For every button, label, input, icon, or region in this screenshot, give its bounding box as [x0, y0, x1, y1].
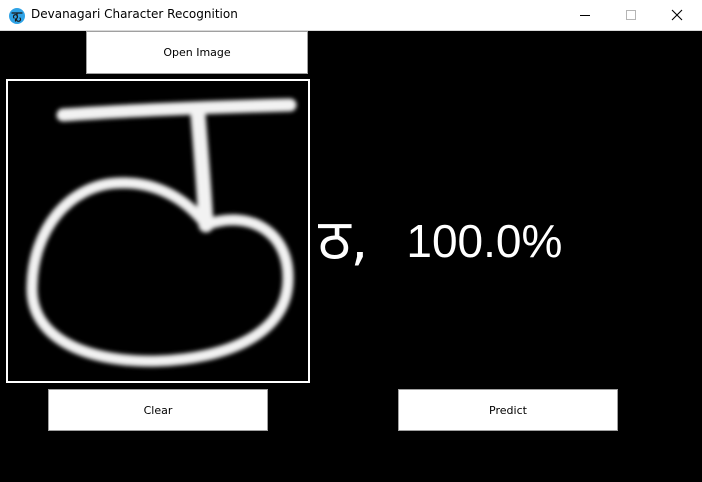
prediction-separator: ,	[350, 208, 369, 273]
prediction-confidence: 100.0%	[406, 215, 563, 267]
open-image-button[interactable]: Open Image	[86, 31, 308, 74]
window-title: Devanagari Character Recognition	[31, 7, 238, 21]
devanagari-ka-icon	[9, 8, 25, 24]
predicted-character: ठ	[318, 208, 351, 273]
prediction-result: ठ , 100.0%	[318, 196, 562, 286]
clear-button[interactable]: Clear	[48, 389, 268, 431]
minimize-button[interactable]	[562, 0, 608, 30]
close-button[interactable]	[654, 0, 700, 30]
predict-button[interactable]: Predict	[398, 389, 618, 431]
drawing-canvas[interactable]	[6, 79, 310, 383]
title-bar[interactable]: Devanagari Character Recognition	[0, 0, 702, 31]
maximize-button[interactable]	[608, 0, 654, 30]
handwritten-character-drawing	[26, 98, 297, 367]
maximize-icon	[626, 10, 636, 20]
minimize-icon	[580, 15, 590, 16]
close-icon	[671, 9, 683, 21]
